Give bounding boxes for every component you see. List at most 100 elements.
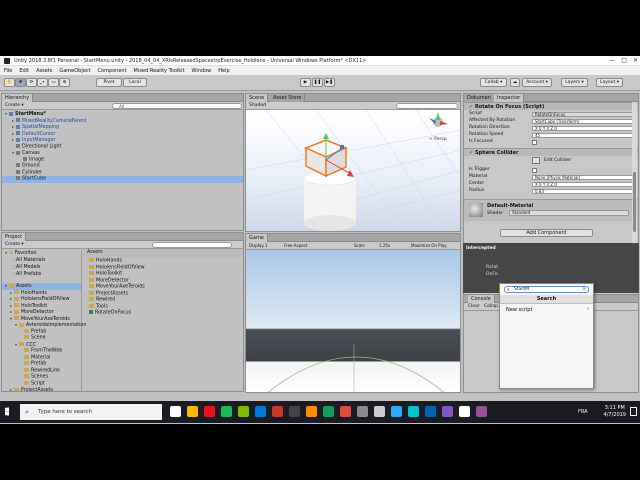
scene-viewport[interactable]: < Persp [246, 110, 460, 231]
asset-list: HoloHands HololensFieldOfView HoloToolkit M… [83, 258, 243, 391]
taskbar-app-icon[interactable] [408, 406, 419, 417]
hierarchy-item[interactable]: StartCube [2, 176, 243, 183]
hierarchy-search-input[interactable]: All [112, 103, 242, 109]
taskbar-app-icon[interactable] [306, 406, 317, 417]
close-button[interactable]: ✕ [633, 57, 638, 64]
hierarchy-create-button[interactable]: Create ▾ [5, 103, 24, 108]
taskbar-search-input[interactable]: Type here to search [20, 404, 162, 420]
aspect-dropdown[interactable]: Free Aspect [284, 243, 307, 248]
taskbar-app-icon[interactable] [459, 406, 470, 417]
tab-hierarchy[interactable]: Hierarchy [2, 94, 34, 102]
taskbar-app-icon[interactable] [170, 406, 181, 417]
move-tool-icon[interactable]: ✥ [15, 78, 26, 87]
edit-collider-icon[interactable] [532, 157, 540, 164]
play-button[interactable]: ▶ [300, 78, 311, 87]
taskbar-app-icon[interactable] [357, 406, 368, 417]
folder-icon [14, 290, 19, 294]
favorites-header[interactable]: ▾ ★ Favorites [2, 250, 81, 257]
taskbar-app-icon[interactable] [425, 406, 436, 417]
console-clear-button[interactable]: Clear [468, 304, 480, 309]
cloud-icon[interactable]: ☁ [510, 78, 520, 87]
collab-dropdown[interactable]: Collab ▾ [480, 78, 507, 87]
tab-inspector[interactable]: Inspector [494, 94, 525, 102]
maximize-on-play-toggle[interactable]: Maximize On Play [411, 243, 447, 248]
project-folder-item[interactable]: ▸ ProjectAssets [2, 387, 81, 391]
taskbar-app-icon[interactable] [221, 406, 232, 417]
persp-label[interactable]: < Persp [429, 136, 447, 142]
clear-search-icon[interactable]: ⊗ [582, 287, 586, 292]
menu-file[interactable]: File [4, 68, 12, 74]
hand-tool-icon[interactable]: ✋ [4, 78, 15, 87]
transform-tool-icon[interactable]: ⊕ [59, 78, 70, 87]
assets-breadcrumb[interactable]: Assets [83, 250, 243, 257]
project-search-input[interactable] [152, 242, 232, 248]
component-search-input[interactable]: ⌕ StartM ⊗ [504, 286, 589, 293]
local-toggle[interactable]: Local [123, 78, 147, 87]
material-section: Default-Material Shader Standard [464, 199, 638, 221]
favorite-item[interactable]: ◯All Models [2, 264, 81, 271]
maximize-button[interactable]: □ [621, 57, 627, 64]
account-dropdown[interactable]: Account ▾ [522, 78, 552, 87]
gameobject-icon [16, 131, 20, 135]
rect-tool-icon[interactable]: ▭ [48, 78, 59, 87]
taskbar-app-icon[interactable] [374, 406, 385, 417]
scale-value[interactable]: 1.25x [379, 243, 390, 248]
taskbar-app-icon[interactable] [323, 406, 334, 417]
layers-dropdown[interactable]: Layers ▾ [561, 78, 588, 87]
pivot-toggle[interactable]: Pivot [96, 78, 122, 87]
rotate-on-focus-header[interactable]: ✔ Rotate On Focus (Script) [464, 102, 638, 110]
edit-collider-label[interactable]: Edit Collider [544, 158, 571, 165]
tab-dokumen[interactable]: Dokumen [464, 94, 495, 102]
sphere-collider-header[interactable]: ✔ Sphere Collider [464, 148, 638, 156]
menu-component[interactable]: Component [98, 68, 127, 74]
scale-tool-icon[interactable]: ⤢ [37, 78, 48, 87]
tab-project[interactable]: Project [2, 233, 27, 241]
gameobject-icon [16, 169, 20, 174]
shader-dropdown[interactable]: Standard [509, 210, 629, 216]
menu-assets[interactable]: Assets [36, 68, 52, 74]
favorite-item[interactable]: ◯All Materials [2, 257, 81, 264]
is-focused-checkbox[interactable] [532, 140, 537, 145]
layout-dropdown[interactable]: Layout ▾ [596, 78, 623, 87]
menu-help[interactable]: Help [218, 68, 229, 74]
taskbar-app-icon[interactable] [340, 406, 351, 417]
tab-console[interactable]: Console [468, 295, 495, 303]
tab-scene[interactable]: Scene [246, 94, 269, 102]
tab-game[interactable]: Game [246, 234, 268, 242]
taskbar-app-icon[interactable] [255, 406, 266, 417]
game-viewport[interactable] [246, 250, 460, 392]
taskbar-app-icon[interactable] [442, 406, 453, 417]
taskbar-app-icon[interactable] [289, 406, 300, 417]
asset-item[interactable]: RotateOnFocus [83, 310, 243, 317]
language-indicator[interactable]: FRA [578, 409, 588, 415]
taskbar-app-icon[interactable] [272, 406, 283, 417]
windows-start-icon[interactable] [5, 407, 10, 416]
rotate-tool-icon[interactable]: ⟳ [26, 78, 37, 87]
add-component-button[interactable]: Add Component [500, 229, 593, 237]
display-dropdown[interactable]: Display 1 [249, 243, 268, 248]
scene-search-input[interactable] [396, 103, 458, 109]
project-create-button[interactable]: Create ▾ [5, 242, 24, 247]
menu-gameobject[interactable]: GameObject [59, 68, 90, 74]
menu-mixed-reality-toolkit[interactable]: Mixed Reality Toolkit [134, 68, 185, 74]
console-collapse-button[interactable]: Collap [484, 304, 498, 309]
cylinder-object[interactable] [303, 170, 357, 231]
tab-asset-store[interactable]: Asset Store [270, 94, 306, 102]
menu-edit[interactable]: Edit [19, 68, 29, 74]
pause-button[interactable]: ❚❚ [312, 78, 323, 87]
menu-window[interactable]: Window [192, 68, 212, 74]
is-trigger-checkbox[interactable] [532, 168, 537, 173]
new-script-item[interactable]: New script [506, 307, 532, 313]
taskbar-app-icon[interactable] [238, 406, 249, 417]
notification-icon[interactable] [630, 407, 637, 416]
minimize-button[interactable]: — [609, 57, 615, 64]
taskbar-clock[interactable]: 3:11 PM 4/7/2019 [604, 405, 626, 419]
taskbar-app-icon[interactable] [204, 406, 215, 417]
shading-mode-dropdown[interactable]: Shaded [249, 103, 266, 108]
favorite-item[interactable]: ◯All Prefabs [2, 271, 81, 278]
taskbar-app-icon[interactable] [391, 406, 402, 417]
step-button[interactable]: ▶❚ [324, 78, 335, 87]
taskbar-app-icon[interactable] [187, 406, 198, 417]
orientation-gizmo-icon[interactable] [429, 112, 448, 127]
taskbar-app-icon[interactable] [476, 406, 487, 417]
